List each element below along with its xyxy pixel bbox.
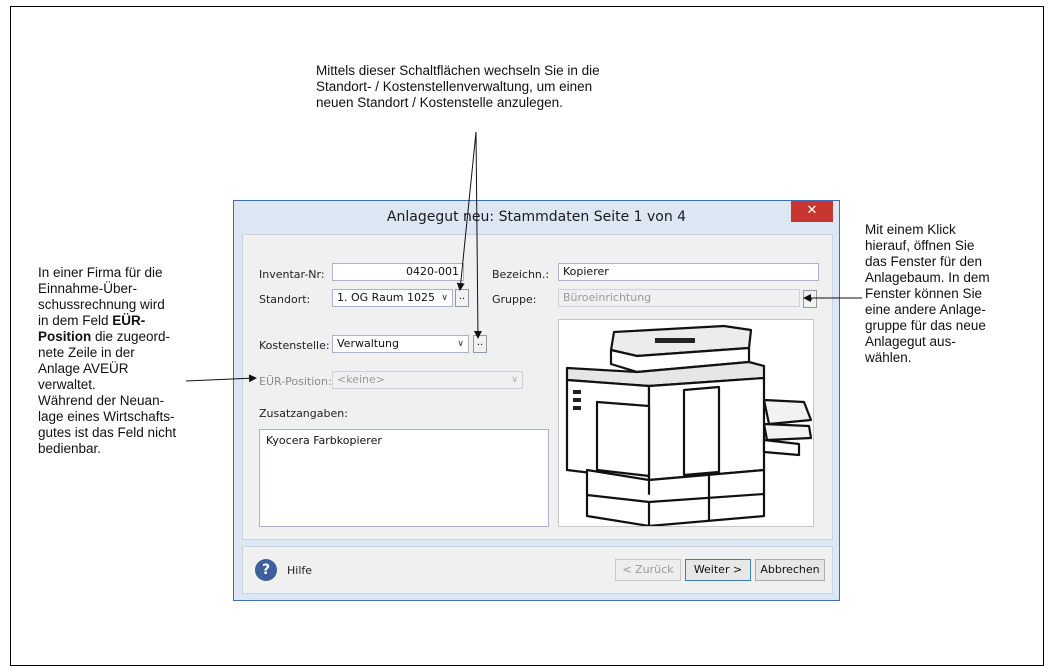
annotation-top-line: Standort- / Kostenstellenverwaltung, um … <box>316 79 593 94</box>
annotation-left-line: nete Zeile in der <box>38 345 135 360</box>
dialog-footer: ? Hilfe < Zurück Weiter > Abbrechen <box>242 546 833 594</box>
zusatzangaben-label: Zusatzangaben: <box>259 407 348 420</box>
annotation-left-line: bedienbar. <box>38 441 102 456</box>
annotation-left-bold: EÜR- <box>112 313 146 328</box>
annotation-left-line: Position die zugeord- <box>38 329 218 345</box>
annotation-right-line: Mit einem Klick <box>865 222 956 237</box>
dialog-titlebar[interactable]: Anlagegut neu: Stammdaten Seite 1 von 4 … <box>234 201 839 233</box>
close-icon: ✕ <box>806 203 818 218</box>
annotation-left-line: verwaltet. <box>38 377 96 392</box>
help-label[interactable]: Hilfe <box>287 564 312 577</box>
annotation-right-line: Anlagebaum. In dem <box>865 270 990 285</box>
cancel-button[interactable]: Abbrechen <box>755 559 825 581</box>
inventar-field[interactable]: 0420-001 <box>332 263 464 281</box>
kostenstelle-value: Verwaltung <box>337 337 399 350</box>
gruppe-field: Büroeinrichtung <box>558 289 800 307</box>
help-icon[interactable]: ? <box>255 559 277 581</box>
annotation-left-line: Während der Neuan- <box>38 393 165 408</box>
standort-label: Standort: <box>259 293 311 306</box>
annotation-right-line: eine andere Anlage- <box>865 302 986 317</box>
annotation-right-line: wählen. <box>865 350 912 365</box>
zusatzangaben-textarea[interactable]: Kyocera Farbkopierer <box>259 429 549 527</box>
dialog-window: Anlagegut neu: Stammdaten Seite 1 von 4 … <box>233 200 840 601</box>
copier-drawing <box>565 324 813 526</box>
chevron-down-icon: ∨ <box>441 293 448 303</box>
annotation-left-line: In einer Firma für die <box>38 265 163 280</box>
kostenstelle-select[interactable]: Verwaltung ∨ <box>332 335 469 353</box>
eur-position-value: <keine> <box>337 373 385 386</box>
annotation-left-line: lage eines Wirtschafts- <box>38 409 175 424</box>
gruppe-tree-button[interactable]: .. <box>803 290 817 308</box>
eur-position-label: EÜR-Position: <box>259 375 332 388</box>
annotation-left-text: in dem Feld <box>38 313 113 328</box>
standort-value: 1. OG Raum 1025 <box>337 291 435 304</box>
eur-position-select: <keine> ∨ <box>332 371 523 389</box>
inventar-label: Inventar-Nr: <box>259 268 325 281</box>
dialog-content: Inventar-Nr: 0420-001 Bezeichn.: Kopiere… <box>242 234 833 540</box>
annotation-left-line: schussrechnung wird <box>38 297 165 312</box>
chevron-down-icon: ∨ <box>457 339 464 349</box>
annotation-top-line: Mittels dieser Schaltflächen wechseln Si… <box>316 63 600 78</box>
dialog-title: Anlagegut neu: Stammdaten Seite 1 von 4 <box>386 209 687 225</box>
next-button[interactable]: Weiter > <box>685 559 751 581</box>
back-button[interactable]: < Zurück <box>615 559 681 581</box>
annotation-left-line: Anlage AVEÜR <box>38 361 129 376</box>
chevron-down-icon: ∨ <box>511 375 518 385</box>
close-button[interactable]: ✕ <box>791 201 833 222</box>
annotation-left-line: Einnahme-Über- <box>38 281 138 296</box>
bezeichnung-label: Bezeichn.: <box>492 268 550 281</box>
bezeichnung-field[interactable]: Kopierer <box>558 263 819 281</box>
annotation-right-line: Fenster können Sie <box>865 286 983 301</box>
annotation-left-line: gutes ist das Feld nicht <box>38 425 177 440</box>
annotation-right: Mit einem Klick hierauf, öffnen Sie das … <box>865 222 1037 366</box>
annotation-right-line: gruppe für das neue <box>865 318 986 333</box>
standort-select[interactable]: 1. OG Raum 1025 ∨ <box>332 289 453 307</box>
annotation-left-line: in dem Feld EÜR- <box>38 313 218 329</box>
standort-manage-button[interactable]: .. <box>455 289 469 307</box>
kostenstelle-label: Kostenstelle: <box>259 339 330 352</box>
annotation-right-line: Anlagegut aus- <box>865 334 956 349</box>
gruppe-label: Gruppe: <box>492 293 537 306</box>
annotation-right-line: hierauf, öffnen Sie <box>865 238 975 253</box>
annotation-top-line: neuen Standort / Kostenstelle anzulegen. <box>316 95 563 110</box>
copier-image <box>558 319 814 527</box>
annotation-left: In einer Firma für die Einnahme-Über- sc… <box>38 265 218 457</box>
annotation-left-bold: Position <box>38 329 92 344</box>
annotation-right-line: das Fenster für den <box>865 254 983 269</box>
annotation-left-text: die zugeord- <box>91 329 171 344</box>
kostenstelle-manage-button[interactable]: .. <box>473 335 487 353</box>
annotation-top: Mittels dieser Schaltflächen wechseln Si… <box>316 63 716 111</box>
